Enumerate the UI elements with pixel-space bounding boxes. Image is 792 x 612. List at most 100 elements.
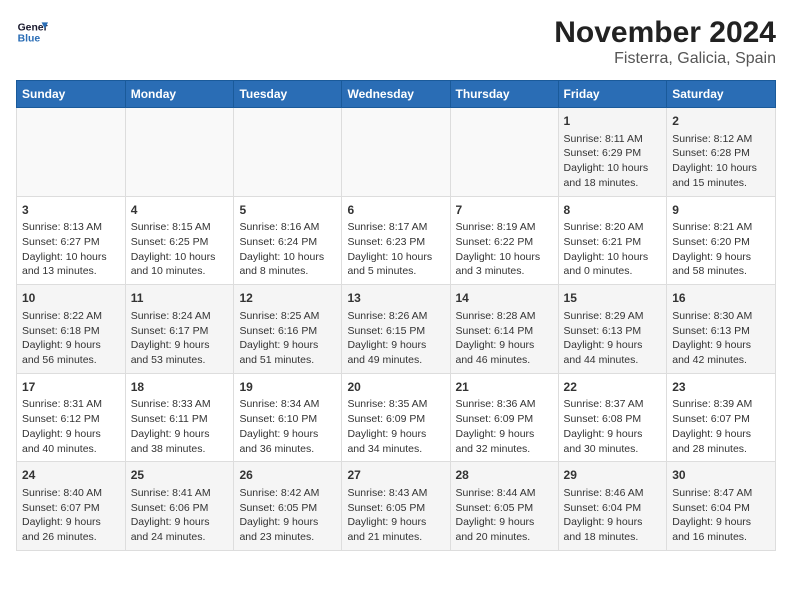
day-cell: 3Sunrise: 8:13 AM Sunset: 6:27 PM Daylig… [17, 196, 126, 285]
day-info: Sunrise: 8:11 AM Sunset: 6:29 PM Dayligh… [564, 132, 662, 191]
day-cell [450, 108, 558, 197]
day-info: Sunrise: 8:20 AM Sunset: 6:21 PM Dayligh… [564, 220, 662, 279]
day-number: 20 [347, 379, 444, 396]
day-info: Sunrise: 8:43 AM Sunset: 6:05 PM Dayligh… [347, 486, 444, 545]
day-cell: 5Sunrise: 8:16 AM Sunset: 6:24 PM Daylig… [234, 196, 342, 285]
header-friday: Friday [558, 81, 667, 108]
day-number: 15 [564, 290, 662, 307]
day-info: Sunrise: 8:15 AM Sunset: 6:25 PM Dayligh… [131, 220, 229, 279]
day-cell: 9Sunrise: 8:21 AM Sunset: 6:20 PM Daylig… [667, 196, 776, 285]
day-cell: 12 Sunrise: 8:25 AM Sunset: 6:16 PM Dayli… [234, 285, 342, 374]
day-cell: 30 Sunrise: 8:47 AM Sunset: 6:04 PM Dayli… [667, 462, 776, 551]
calendar-header-row: SundayMondayTuesdayWednesdayThursdayFrid… [17, 81, 776, 108]
day-info: Sunrise: 8:47 AM Sunset: 6:04 PM Dayligh… [672, 486, 770, 545]
svg-text:Blue: Blue [18, 34, 41, 45]
day-number: 27 [347, 467, 444, 484]
day-info: Sunrise: 8:19 AM Sunset: 6:22 PM Dayligh… [456, 220, 553, 279]
day-cell: 13Sunrise: 8:26 AM Sunset: 6:15 PM Dayli… [342, 285, 450, 374]
header-wednesday: Wednesday [342, 81, 450, 108]
title-block: November 2024 Fisterra, Galicia, Spain [554, 16, 776, 68]
day-info: Sunrise: 8:30 AM Sunset: 6:13 PM Dayligh… [672, 309, 770, 368]
logo-icon: General Blue [16, 16, 48, 48]
day-info: Sunrise: 8:44 AM Sunset: 6:05 PM Dayligh… [456, 486, 553, 545]
day-number: 23 [672, 379, 770, 396]
day-number: 11 [131, 290, 229, 307]
day-number: 17 [22, 379, 120, 396]
day-cell: 17Sunrise: 8:31 AM Sunset: 6:12 PM Dayli… [17, 373, 126, 462]
day-number: 21 [456, 379, 553, 396]
day-cell: 21Sunrise: 8:36 AM Sunset: 6:09 PM Dayli… [450, 373, 558, 462]
day-cell: 18Sunrise: 8:33 AM Sunset: 6:11 PM Dayli… [125, 373, 234, 462]
week-row-4: 17Sunrise: 8:31 AM Sunset: 6:12 PM Dayli… [17, 373, 776, 462]
day-number: 28 [456, 467, 553, 484]
day-cell: 2 Sunrise: 8:12 AM Sunset: 6:28 PM Daylig… [667, 108, 776, 197]
day-info: Sunrise: 8:26 AM Sunset: 6:15 PM Dayligh… [347, 309, 444, 368]
day-cell: 16 Sunrise: 8:30 AM Sunset: 6:13 PM Dayli… [667, 285, 776, 374]
day-cell: 22Sunrise: 8:37 AM Sunset: 6:08 PM Dayli… [558, 373, 667, 462]
day-number: 29 [564, 467, 662, 484]
day-number: 30 [672, 467, 770, 484]
day-info: Sunrise: 8:12 AM Sunset: 6:28 PM Dayligh… [672, 132, 770, 191]
day-info: Sunrise: 8:46 AM Sunset: 6:04 PM Dayligh… [564, 486, 662, 545]
day-info: Sunrise: 8:35 AM Sunset: 6:09 PM Dayligh… [347, 397, 444, 456]
day-cell: 11Sunrise: 8:24 AM Sunset: 6:17 PM Dayli… [125, 285, 234, 374]
day-info: Sunrise: 8:42 AM Sunset: 6:05 PM Dayligh… [239, 486, 336, 545]
day-info: Sunrise: 8:21 AM Sunset: 6:20 PM Dayligh… [672, 220, 770, 279]
day-cell: 20Sunrise: 8:35 AM Sunset: 6:09 PM Dayli… [342, 373, 450, 462]
day-number: 24 [22, 467, 120, 484]
day-number: 1 [564, 113, 662, 130]
day-number: 22 [564, 379, 662, 396]
day-number: 16 [672, 290, 770, 307]
day-info: Sunrise: 8:33 AM Sunset: 6:11 PM Dayligh… [131, 397, 229, 456]
day-cell [17, 108, 126, 197]
week-row-1: 1 Sunrise: 8:11 AM Sunset: 6:29 PM Daylig… [17, 108, 776, 197]
day-cell [125, 108, 234, 197]
day-cell: 15 Sunrise: 8:29 AM Sunset: 6:13 PM Dayli… [558, 285, 667, 374]
day-info: Sunrise: 8:40 AM Sunset: 6:07 PM Dayligh… [22, 486, 120, 545]
day-number: 9 [672, 202, 770, 219]
week-row-5: 24 Sunrise: 8:40 AM Sunset: 6:07 PM Dayli… [17, 462, 776, 551]
header-tuesday: Tuesday [234, 81, 342, 108]
day-info: Sunrise: 8:29 AM Sunset: 6:13 PM Dayligh… [564, 309, 662, 368]
day-cell: 26 Sunrise: 8:42 AM Sunset: 6:05 PM Dayli… [234, 462, 342, 551]
day-cell [342, 108, 450, 197]
day-cell: 25Sunrise: 8:41 AM Sunset: 6:06 PM Dayli… [125, 462, 234, 551]
page-subtitle: Fisterra, Galicia, Spain [554, 50, 776, 68]
day-number: 5 [239, 202, 336, 219]
day-info: Sunrise: 8:25 AM Sunset: 6:16 PM Dayligh… [239, 309, 336, 368]
day-number: 12 [239, 290, 336, 307]
day-cell: 19Sunrise: 8:34 AM Sunset: 6:10 PM Dayli… [234, 373, 342, 462]
header-thursday: Thursday [450, 81, 558, 108]
page-header: General Blue November 2024 Fisterra, Gal… [16, 16, 776, 68]
day-cell: 23Sunrise: 8:39 AM Sunset: 6:07 PM Dayli… [667, 373, 776, 462]
day-number: 4 [131, 202, 229, 219]
day-number: 19 [239, 379, 336, 396]
day-cell: 14 Sunrise: 8:28 AM Sunset: 6:14 PM Dayli… [450, 285, 558, 374]
day-number: 26 [239, 467, 336, 484]
day-info: Sunrise: 8:41 AM Sunset: 6:06 PM Dayligh… [131, 486, 229, 545]
day-info: Sunrise: 8:39 AM Sunset: 6:07 PM Dayligh… [672, 397, 770, 456]
day-info: Sunrise: 8:34 AM Sunset: 6:10 PM Dayligh… [239, 397, 336, 456]
day-cell: 6Sunrise: 8:17 AM Sunset: 6:23 PM Daylig… [342, 196, 450, 285]
week-row-2: 3Sunrise: 8:13 AM Sunset: 6:27 PM Daylig… [17, 196, 776, 285]
day-cell: 29 Sunrise: 8:46 AM Sunset: 6:04 PM Dayli… [558, 462, 667, 551]
day-number: 18 [131, 379, 229, 396]
day-info: Sunrise: 8:28 AM Sunset: 6:14 PM Dayligh… [456, 309, 553, 368]
header-saturday: Saturday [667, 81, 776, 108]
day-info: Sunrise: 8:36 AM Sunset: 6:09 PM Dayligh… [456, 397, 553, 456]
day-number: 14 [456, 290, 553, 307]
day-info: Sunrise: 8:37 AM Sunset: 6:08 PM Dayligh… [564, 397, 662, 456]
day-number: 2 [672, 113, 770, 130]
day-info: Sunrise: 8:31 AM Sunset: 6:12 PM Dayligh… [22, 397, 120, 456]
day-cell: 28 Sunrise: 8:44 AM Sunset: 6:05 PM Dayli… [450, 462, 558, 551]
week-row-3: 10Sunrise: 8:22 AM Sunset: 6:18 PM Dayli… [17, 285, 776, 374]
day-cell: 7Sunrise: 8:19 AM Sunset: 6:22 PM Daylig… [450, 196, 558, 285]
day-number: 7 [456, 202, 553, 219]
page-title: November 2024 [554, 16, 776, 50]
day-cell: 27 Sunrise: 8:43 AM Sunset: 6:05 PM Dayli… [342, 462, 450, 551]
day-number: 10 [22, 290, 120, 307]
day-info: Sunrise: 8:13 AM Sunset: 6:27 PM Dayligh… [22, 220, 120, 279]
logo: General Blue [16, 16, 48, 48]
day-info: Sunrise: 8:17 AM Sunset: 6:23 PM Dayligh… [347, 220, 444, 279]
day-number: 3 [22, 202, 120, 219]
